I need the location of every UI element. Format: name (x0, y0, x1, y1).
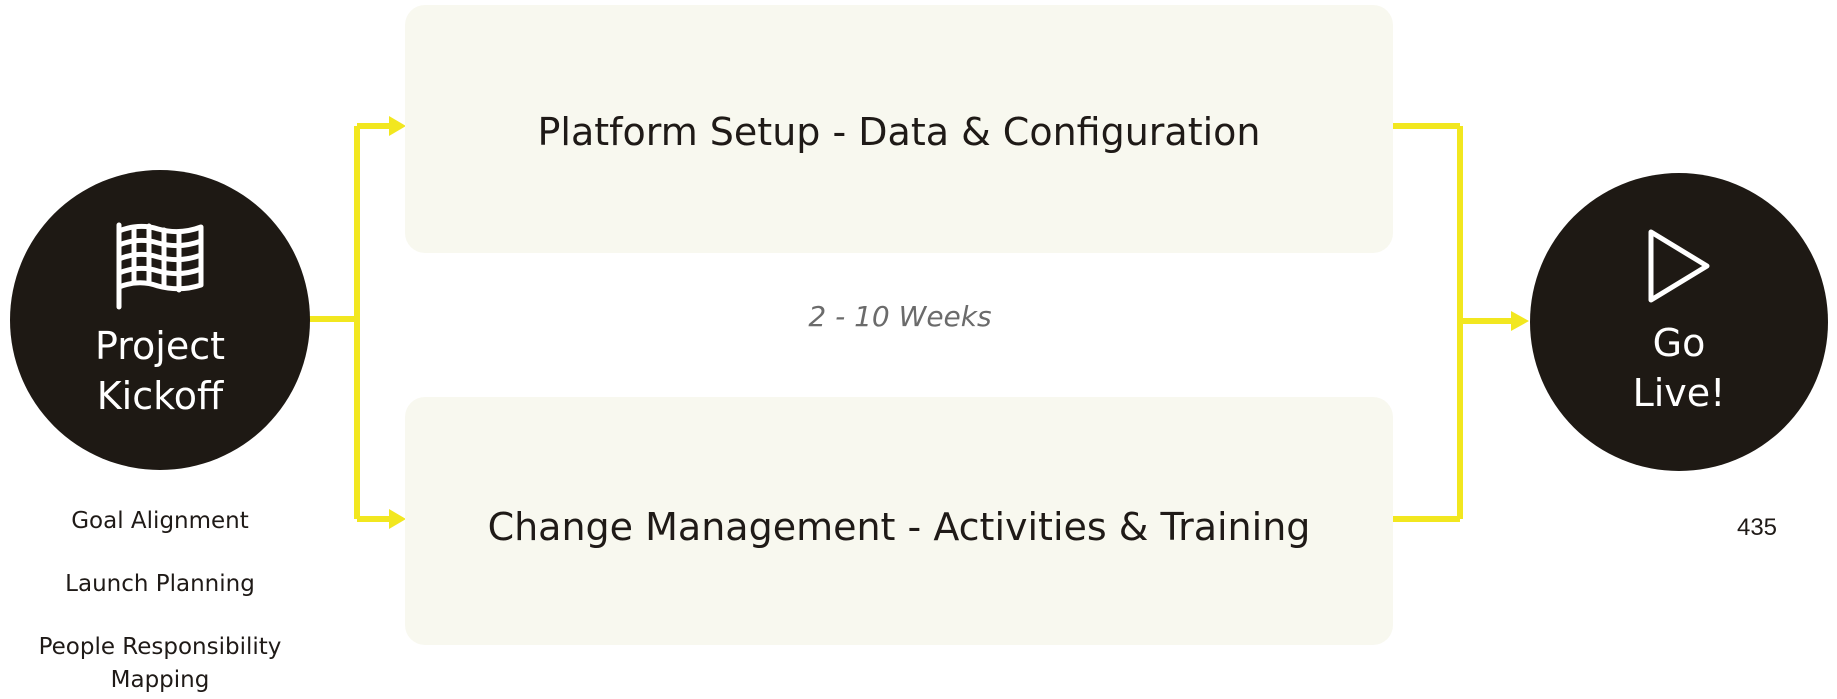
kickoff-task: Launch Planning (65, 571, 255, 597)
kickoff-task: Goal Alignment (71, 508, 249, 534)
go-live-label: Go Live! (1632, 321, 1726, 415)
arrowhead-to-change-management (389, 509, 406, 529)
connector-phases-to-golive (1390, 123, 1512, 522)
project-kickoff-node: Project Kickoff (10, 170, 310, 470)
page-number: 435 (1736, 514, 1778, 541)
duration-label: 2 - 10 Weeks (808, 300, 992, 333)
play-icon (1648, 229, 1710, 303)
arrowhead-to-platform-setup (389, 116, 406, 136)
flag-icon (116, 222, 204, 310)
project-kickoff-label: Project Kickoff (94, 324, 225, 418)
kickoff-task-list: Goal Alignment Launch Planning People Re… (20, 505, 300, 697)
phase-platform-setup: Platform Setup - Data & Configuration (405, 5, 1393, 253)
phase-change-management-title: Change Management - Activities & Trainin… (487, 505, 1311, 549)
phase-change-management: Change Management - Activities & Trainin… (405, 397, 1393, 645)
connector-kickoff-to-phases (308, 123, 390, 522)
kickoff-task: People Responsibility Mapping (38, 634, 282, 693)
arrowhead-to-go-live (1511, 311, 1529, 331)
phase-platform-setup-title: Platform Setup - Data & Configuration (537, 110, 1261, 154)
go-live-node: Go Live! (1530, 173, 1828, 471)
